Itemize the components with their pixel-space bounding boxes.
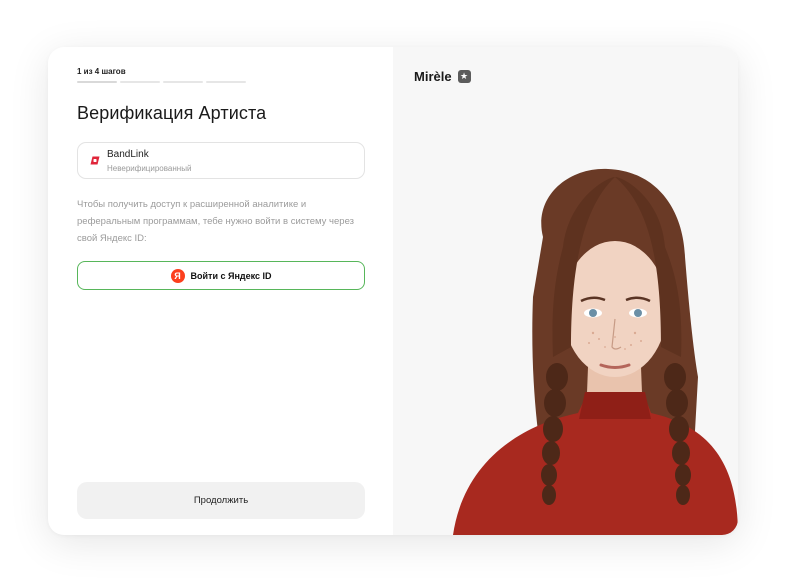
artist-header: Mirèle ★ [414, 69, 471, 84]
continue-button[interactable]: Продолжить [77, 482, 365, 519]
artist-panel: Mirèle ★ [393, 47, 738, 535]
step-segment [120, 81, 160, 83]
step-counter: 1 из 4 шагов [77, 67, 126, 76]
step-segment [163, 81, 203, 83]
step-progress [77, 81, 246, 83]
yandex-login-label: Войти с Яндекс ID [190, 270, 272, 281]
artist-name: Mirèle [414, 69, 452, 84]
star-badge-icon: ★ [457, 70, 471, 83]
yandex-login-button[interactable]: Я Войти с Яндекс ID [77, 261, 365, 290]
artist-photo [453, 168, 738, 535]
yandex-icon: Я [170, 268, 185, 283]
form-panel: 1 из 4 шагов Верификация Артиста BandLin… [48, 47, 393, 535]
bandlink-logo-icon [90, 156, 100, 165]
step-segment [77, 81, 117, 83]
platform-name: BandLink [107, 149, 149, 160]
platform-card[interactable]: BandLink Неверифицированный [77, 142, 365, 179]
verification-card: 1 из 4 шагов Верификация Артиста BandLin… [48, 47, 738, 535]
step-segment [206, 81, 246, 83]
page-title: Верификация Артиста [77, 103, 267, 123]
description-text: Чтобы получить доступ к расширенной анал… [77, 199, 354, 244]
platform-status: Неверифицированный [107, 164, 192, 173]
